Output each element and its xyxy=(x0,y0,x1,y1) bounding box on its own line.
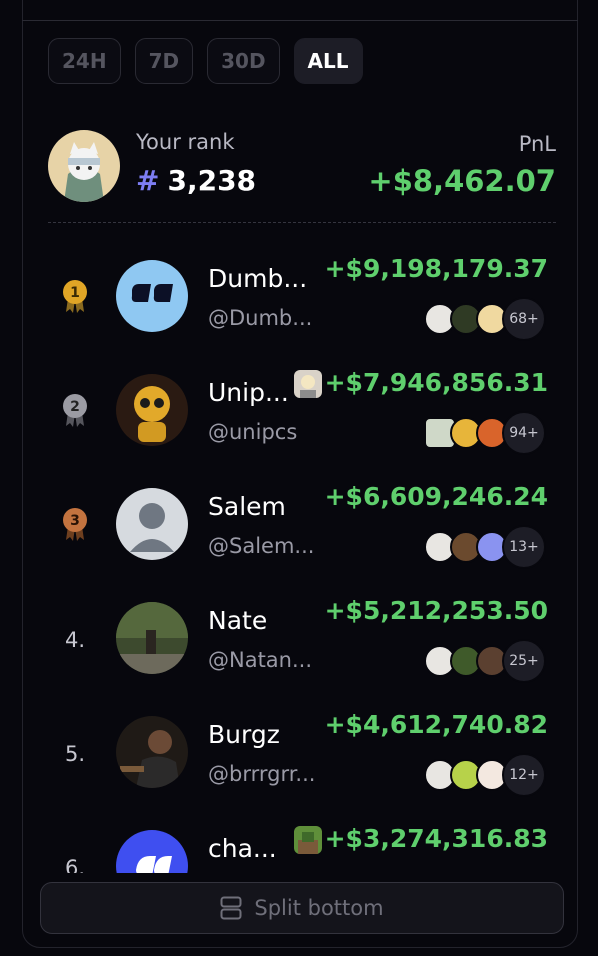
leaderboard-row[interactable]: 3 Salem @Salem... +$6,609,246.24 13+ xyxy=(40,468,560,582)
dashed-divider xyxy=(48,222,556,223)
leaderboard-row[interactable]: 2 Unip... @unipcs +$7,946,856.31 94+ xyxy=(40,354,560,468)
pnl-amount: +$4,612,740.82 xyxy=(324,710,548,739)
rank-label: 3 xyxy=(70,513,80,529)
pnl-value: +$8,462.07 xyxy=(368,164,556,198)
split-layout-icon xyxy=(220,896,242,920)
trader-handle: @Dumb... xyxy=(208,306,313,330)
token-stack[interactable]: 12+ xyxy=(424,753,546,797)
trader-handle: @brrrgrr... xyxy=(208,762,316,786)
token-stack[interactable]: 68+ xyxy=(424,297,546,341)
gold-medal-icon: 1 xyxy=(50,278,100,318)
trader-handle: @Natan... xyxy=(208,648,313,672)
pnl-label: PnL xyxy=(518,132,556,156)
bronze-medal-icon: 3 xyxy=(50,506,100,546)
trader-name: Nate xyxy=(208,606,268,635)
top-divider xyxy=(22,20,578,21)
token-stack[interactable]: 13+ xyxy=(424,525,546,569)
token-stack[interactable]: 25+ xyxy=(424,639,546,683)
default-avatar-icon[interactable] xyxy=(116,488,188,560)
pnl-amount: +$3,274,316.83 xyxy=(324,824,548,853)
avatar[interactable] xyxy=(116,602,188,674)
trader-name: cha... xyxy=(208,834,277,863)
rank-number: 4. xyxy=(64,628,86,652)
split-bottom-label: Split bottom xyxy=(254,896,384,920)
rank-label: 6. xyxy=(50,848,100,873)
trader-name: Burgz xyxy=(208,720,280,749)
pnl-amount: +$6,609,246.24 xyxy=(324,482,548,511)
token-count: 94+ xyxy=(502,411,546,455)
token-count: 25+ xyxy=(502,639,546,683)
token-count: 13+ xyxy=(502,525,546,569)
rank-label: 2 xyxy=(70,399,80,415)
trader-handle: @unipcs xyxy=(208,420,298,444)
token-count: 12+ xyxy=(502,753,546,797)
tab-7d[interactable]: 7D xyxy=(134,38,194,84)
user-avatar[interactable] xyxy=(48,130,120,202)
leaderboard-row[interactable]: 1 Dumb... @Dumb... +$9,198,179.37 68+ xyxy=(40,240,560,354)
token-count: 68+ xyxy=(502,297,546,341)
avatar[interactable] xyxy=(116,716,188,788)
rank-label: 1 xyxy=(70,285,80,301)
trader-name: Unip... xyxy=(208,378,289,407)
rank-label: 4. xyxy=(50,620,100,660)
rank-number: 3,238 xyxy=(167,164,257,197)
trader-name: Salem xyxy=(208,492,286,521)
avatar[interactable] xyxy=(116,260,188,332)
rank-number: 5. xyxy=(64,742,86,766)
your-rank-card: Your rank #3,238 PnL +$8,462.07 xyxy=(48,130,556,202)
tab-30d[interactable]: 30D xyxy=(207,38,280,84)
your-rank-label: Your rank xyxy=(136,130,235,154)
leaderboard-row[interactable]: 4. Nate @Natan... +$5,212,253.50 25+ xyxy=(40,582,560,696)
rank-number: 6. xyxy=(64,856,86,873)
timeframe-tabs: 24H 7D 30D ALL xyxy=(48,38,363,84)
avatar[interactable] xyxy=(116,830,188,873)
trader-handle: @Salem... xyxy=(208,534,315,558)
leaderboard-row[interactable]: 6. cha... +$3,274,316.83 xyxy=(40,810,560,873)
profile-badge-icon xyxy=(294,370,322,398)
tab-24h[interactable]: 24H xyxy=(48,38,121,84)
trader-name: Dumb... xyxy=(208,264,308,293)
token-stack[interactable]: 94+ xyxy=(424,411,546,455)
leaderboard-list: 1 Dumb... @Dumb... +$9,198,179.37 68+ 2 xyxy=(40,240,560,873)
leaderboard-row[interactable]: 5. Burgz @brrrgrr... +$4,612,740.82 12+ xyxy=(40,696,560,810)
pnl-amount: +$5,212,253.50 xyxy=(324,596,548,625)
pnl-amount: +$9,198,179.37 xyxy=(324,254,548,283)
split-bottom-button[interactable]: Split bottom xyxy=(40,882,564,934)
rank-label: 5. xyxy=(50,734,100,774)
profile-badge-icon xyxy=(294,826,322,854)
pnl-amount: +$7,946,856.31 xyxy=(324,368,548,397)
silver-medal-icon: 2 xyxy=(50,392,100,432)
avatar[interactable] xyxy=(116,374,188,446)
your-rank-value: #3,238 xyxy=(136,164,256,197)
tab-all[interactable]: ALL xyxy=(293,38,363,84)
hash-icon: # xyxy=(136,164,160,197)
